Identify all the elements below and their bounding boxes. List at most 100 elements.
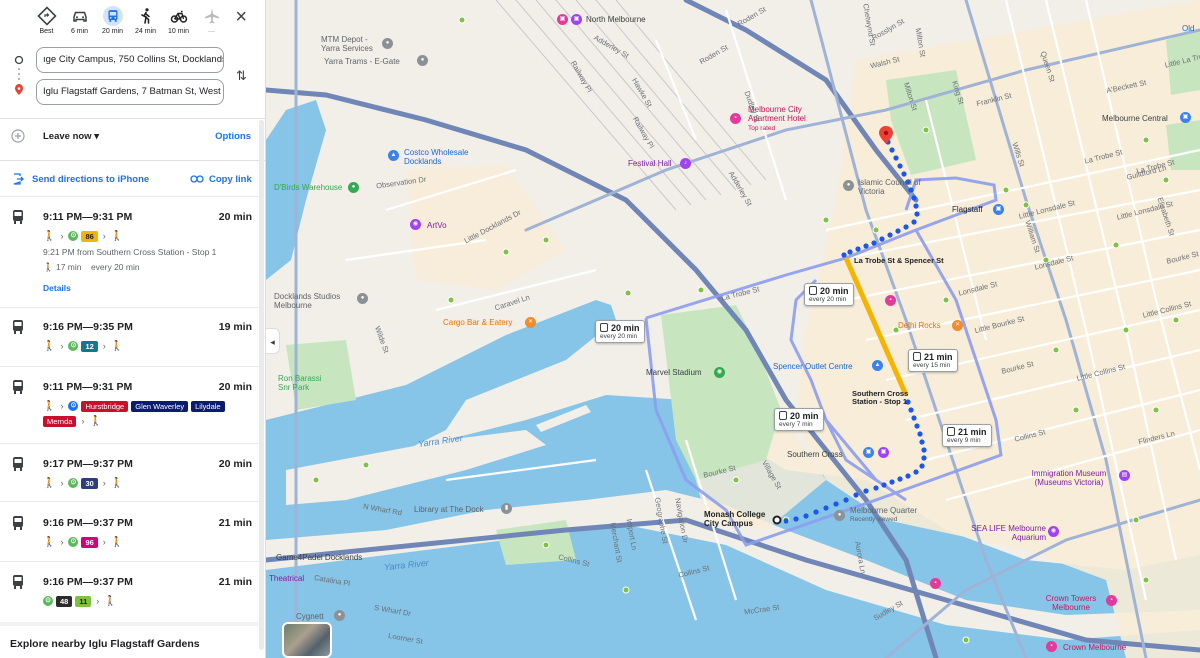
divider xyxy=(0,501,262,502)
place-icon: ● xyxy=(417,55,428,66)
route-callout[interactable]: 20 min every 20 min xyxy=(595,320,645,343)
divider xyxy=(0,561,262,562)
map-label-festival-hall[interactable]: Festival Hall xyxy=(628,159,672,168)
send-directions-link[interactable]: Send directions to iPhone xyxy=(32,174,149,185)
map-label-crown-towers[interactable]: Crown Towers Melbourne xyxy=(1036,594,1106,612)
place-icon: ● xyxy=(357,293,368,304)
bus-icon xyxy=(13,457,23,471)
mode-bike-label: 10 min xyxy=(167,28,189,35)
map-label-yarra-trams[interactable]: Yarra Trams - E-Gate xyxy=(324,57,400,66)
map-label-cygnett[interactable]: Cygnett xyxy=(296,612,324,621)
place-icon: ● xyxy=(834,510,845,521)
map-label-ron-barassi[interactable]: Ron Barassi Snr Park xyxy=(278,374,333,392)
add-stop-icon[interactable] xyxy=(11,129,25,143)
map-label-artvo[interactable]: ArtVo xyxy=(427,221,447,230)
route-option-3[interactable]: 9:11 PM—9:31 PM 20 min 🚶 › ⊙ Hurstbridge … xyxy=(0,378,265,436)
train-station-icon: ▣ xyxy=(1180,112,1191,123)
map-label-southern-cross-stop[interactable]: Southern Cross Station - Stop 1 xyxy=(852,390,922,406)
mode-best-label: Best xyxy=(39,28,54,35)
map-label-southern-cross[interactable]: Southern Cross xyxy=(787,450,843,459)
map-label-north-melbourne[interactable]: North Melbourne xyxy=(586,15,646,24)
map-label-islamic-council[interactable]: Islamic Council of Victoria xyxy=(858,178,928,196)
map-label-delhi-rocks[interactable]: Delhi Rocks xyxy=(898,321,941,330)
map-label-theatrical[interactable]: Theatrical xyxy=(269,574,304,583)
map-label-costco[interactable]: Costco Wholesale Docklands xyxy=(404,148,484,166)
layers-button[interactable] xyxy=(282,622,332,658)
hotel-icon: ▪ xyxy=(730,113,741,124)
route-callout[interactable]: 20 min every 20 min xyxy=(804,283,854,306)
map-label-library-dock[interactable]: Library at The Dock xyxy=(414,505,484,514)
train-station-icon: ▣ xyxy=(863,447,874,458)
mode-best-button[interactable]: Best xyxy=(30,6,63,44)
map-label-monash-campus[interactable]: Monash College City Campus xyxy=(704,510,774,528)
route-option-2[interactable]: 9:16 PM—9:35 PM 19 min 🚶 › ⊙ 12 › 🚶 xyxy=(0,318,265,376)
copy-link[interactable]: Copy link xyxy=(209,174,252,185)
map-label-immigration-museum[interactable]: Immigration Museum (Museums Victoria) xyxy=(1024,469,1114,487)
line-badge: Mernda xyxy=(43,415,77,427)
mode-bike-button[interactable]: 10 min xyxy=(162,6,195,44)
mode-transit-button[interactable]: 20 min xyxy=(96,6,129,44)
route-callout[interactable]: 21 min every 15 min xyxy=(908,349,958,372)
share-row: Send directions to iPhone Copy link xyxy=(0,172,265,188)
route-time: 9:17 PM—9:37 PM xyxy=(43,458,133,470)
stadium-icon: ◉ xyxy=(714,367,725,378)
map-label-flagstaff[interactable]: Flagstaff xyxy=(952,205,983,214)
divider xyxy=(0,118,265,119)
map-label-crown-melbourne[interactable]: Crown Melbourne xyxy=(1063,643,1126,652)
details-link[interactable]: Details xyxy=(43,283,71,293)
map-label-mtm-depot[interactable]: MTM Depot - Yarra Services xyxy=(321,35,381,53)
map-label-melbourne-central[interactable]: Melbourne Central xyxy=(1102,114,1168,123)
restaurant-icon: ✕ xyxy=(952,320,963,331)
chevron-right-icon: › xyxy=(60,231,64,241)
map-canvas[interactable]: ▣ ▣ North Melbourne MTM Depot - Yarra Se… xyxy=(266,0,1200,658)
bus-icon xyxy=(13,575,23,589)
close-icon[interactable]: × xyxy=(235,7,247,27)
mode-walk-button[interactable]: 24 min xyxy=(129,6,162,44)
leave-now-dropdown[interactable]: Leave now ▾ xyxy=(43,131,99,142)
map-label-marvel-stadium[interactable]: Marvel Stadium xyxy=(646,368,702,377)
train-station-icon: ▣ xyxy=(557,14,568,25)
chevron-right-icon: › xyxy=(102,478,106,488)
train-station-icon: ▣ xyxy=(571,14,582,25)
map-label-la-trobe-spencer[interactable]: La Trobe St & Spencer St xyxy=(854,256,944,265)
collapse-panel-button[interactable]: ◂ xyxy=(266,328,280,354)
line-badge: 48 xyxy=(56,595,73,607)
map-label-melbourne-quarter[interactable]: Melbourne Quarter xyxy=(850,506,917,515)
place-icon: ● xyxy=(348,182,359,193)
destination-input[interactable]: Iglu Flagstaff Gardens, 7 Batman St, Wes… xyxy=(36,79,224,105)
map-label-game4padel[interactable]: Game4Padel Docklands xyxy=(276,553,362,562)
route-option-1[interactable]: 9:11 PM—9:31 PM 20 min 🚶 › ⊙ 86 › 🚶 9:21 P… xyxy=(0,208,265,304)
line-badge: Hurstbridge xyxy=(81,400,129,412)
callout-frequency: every 20 min xyxy=(600,333,638,340)
route-callout[interactable]: 21 min every 9 min xyxy=(942,424,992,447)
route-option-5[interactable]: 9:16 PM—9:37 PM 21 min 🚶 › ⊙ 96 › 🚶 xyxy=(0,514,265,572)
walk-icon: 🚶 xyxy=(43,230,56,242)
plane-icon xyxy=(204,8,219,24)
mode-car-button[interactable]: 6 min xyxy=(63,6,96,44)
route-callout[interactable]: 20 min every 7 min xyxy=(774,408,824,431)
walk-icon: 🚶 xyxy=(104,595,117,607)
callout-time: 20 min xyxy=(611,323,640,333)
divider xyxy=(0,443,262,444)
restaurant-icon: ✕ xyxy=(525,317,536,328)
map-label-sea-life[interactable]: SEA LIFE Melbourne Aquarium xyxy=(956,524,1046,542)
mode-flight-button[interactable]: — xyxy=(195,6,228,44)
divider xyxy=(0,366,262,367)
line-badge: 86 xyxy=(81,230,98,242)
train-station-icon: ▣ xyxy=(993,204,1004,215)
options-link[interactable]: Options xyxy=(215,131,251,142)
map-label-docklands-studios[interactable]: Docklands Studios Melbourne xyxy=(274,292,359,310)
route-legs: 🚶 › ⊙ Hurstbridge Glen Waverley Lilydale xyxy=(43,399,225,413)
walk-icon xyxy=(140,8,150,24)
route-option-4[interactable]: 9:17 PM—9:37 PM 20 min 🚶 › ⊙ 30 › 🚶 xyxy=(0,455,265,513)
route-legs-cont: Mernda › 🚶 xyxy=(43,414,102,428)
panel-scrollbar[interactable] xyxy=(259,120,264,650)
swap-icon[interactable]: ⇅ xyxy=(236,68,247,84)
map-label-spencer-outlet[interactable]: Spencer Outlet Centre xyxy=(773,362,853,371)
map-label-cargo-bar[interactable]: Cargo Bar & Eatery xyxy=(443,318,512,327)
map-label-old[interactable]: Old xyxy=(1182,24,1194,33)
walk-icon: 🚶 xyxy=(110,477,124,489)
chevron-right-icon: › xyxy=(60,401,64,411)
origin-input[interactable]: ıge City Campus, 750 Collins St, Docklan… xyxy=(36,47,224,73)
map-label-dbirds-warehouse[interactable]: D'Birds Warehouse xyxy=(274,183,342,192)
